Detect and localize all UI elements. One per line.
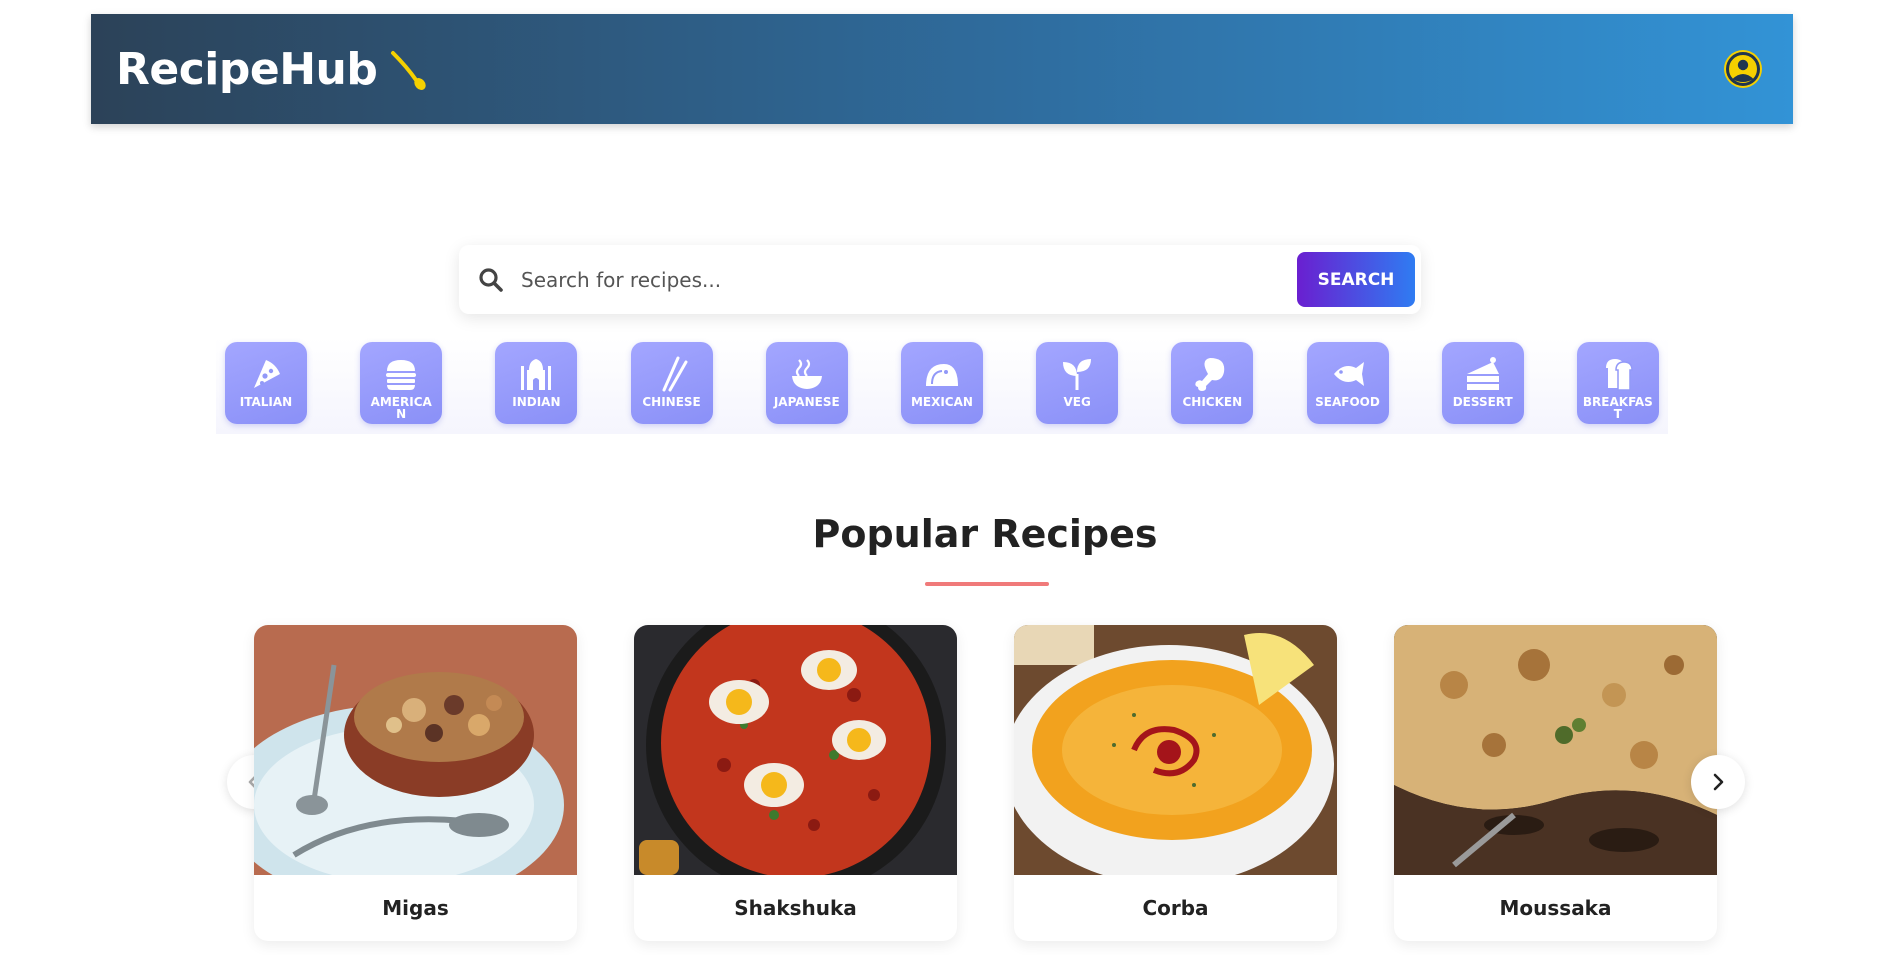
recipe-name[interactable]: Migas xyxy=(254,875,577,941)
chopsticks-icon xyxy=(662,356,688,392)
search-input[interactable] xyxy=(521,245,1297,314)
spoon-icon xyxy=(387,47,427,91)
recipe-card[interactable]: Shakshuka xyxy=(634,625,957,941)
user-circle-icon[interactable] xyxy=(1723,49,1763,89)
recipe-image xyxy=(1014,625,1337,875)
recipe-image xyxy=(634,625,957,875)
search-bar: SEARCH xyxy=(459,245,1421,314)
section-title: Popular Recipes xyxy=(812,512,1158,556)
category-bar: ITALIAN AMERICAN INDIAN CHINESE JAPANESE… xyxy=(216,338,1668,434)
category-chinese[interactable]: CHINESE xyxy=(630,342,713,424)
search-icon xyxy=(477,266,505,294)
category-dessert[interactable]: DESSERT xyxy=(1441,342,1524,424)
category-label: SEAFOOD xyxy=(1315,395,1380,409)
recipe-image xyxy=(1394,625,1717,875)
category-american[interactable]: AMERICAN xyxy=(360,342,443,424)
category-seafood[interactable]: SEAFOOD xyxy=(1306,342,1389,424)
category-indian[interactable]: INDIAN xyxy=(495,342,578,424)
chevron-right-icon xyxy=(1713,773,1724,791)
search-button[interactable]: SEARCH xyxy=(1297,252,1415,307)
category-mexican[interactable]: MEXICAN xyxy=(900,342,983,424)
sprout-icon xyxy=(1063,359,1092,390)
drumstick-icon xyxy=(1195,358,1225,391)
category-label: DESSERT xyxy=(1452,395,1513,409)
taco-icon xyxy=(925,364,958,386)
category-breakfast[interactable]: BREAKFAST xyxy=(1576,342,1659,424)
category-label: BREAKFAST xyxy=(1582,395,1653,421)
fish-icon xyxy=(1333,362,1364,386)
category-label: VEG xyxy=(1063,395,1091,409)
site-header: RecipeHub xyxy=(91,14,1793,124)
burger-icon xyxy=(386,360,417,390)
recipe-name[interactable]: Moussaka xyxy=(1394,875,1717,941)
category-chicken[interactable]: CHICKEN xyxy=(1171,342,1254,424)
category-label: ITALIAN xyxy=(239,395,293,409)
recipe-card[interactable]: Corba xyxy=(1014,625,1337,941)
recipe-name[interactable]: Shakshuka xyxy=(634,875,957,941)
category-label: CHINESE xyxy=(642,395,701,409)
bread-icon xyxy=(1605,359,1633,391)
recipe-image xyxy=(254,625,577,875)
recipe-card[interactable]: Moussaka xyxy=(1394,625,1717,941)
category-label: INDIAN xyxy=(512,395,561,409)
category-label: MEXICAN xyxy=(910,395,973,409)
site-title[interactable]: RecipeHub xyxy=(116,44,378,95)
brand[interactable]: RecipeHub xyxy=(116,44,427,95)
cake-icon xyxy=(1466,357,1499,390)
category-label: AMERICAN xyxy=(370,395,432,421)
ramen-bowl-icon xyxy=(791,359,822,389)
recipe-name[interactable]: Corba xyxy=(1014,875,1337,941)
category-veg[interactable]: VEG xyxy=(1036,342,1119,424)
category-japanese[interactable]: JAPANESE xyxy=(765,342,848,424)
taj-mahal-icon xyxy=(521,359,552,390)
category-italian[interactable]: ITALIAN xyxy=(225,342,307,424)
carousel-next-button[interactable] xyxy=(1691,755,1745,809)
recipe-card[interactable]: Migas xyxy=(254,625,577,941)
category-label: JAPANESE xyxy=(773,395,840,409)
category-label: CHICKEN xyxy=(1182,395,1243,409)
title-underline xyxy=(925,582,1049,586)
pizza-icon xyxy=(254,360,280,388)
